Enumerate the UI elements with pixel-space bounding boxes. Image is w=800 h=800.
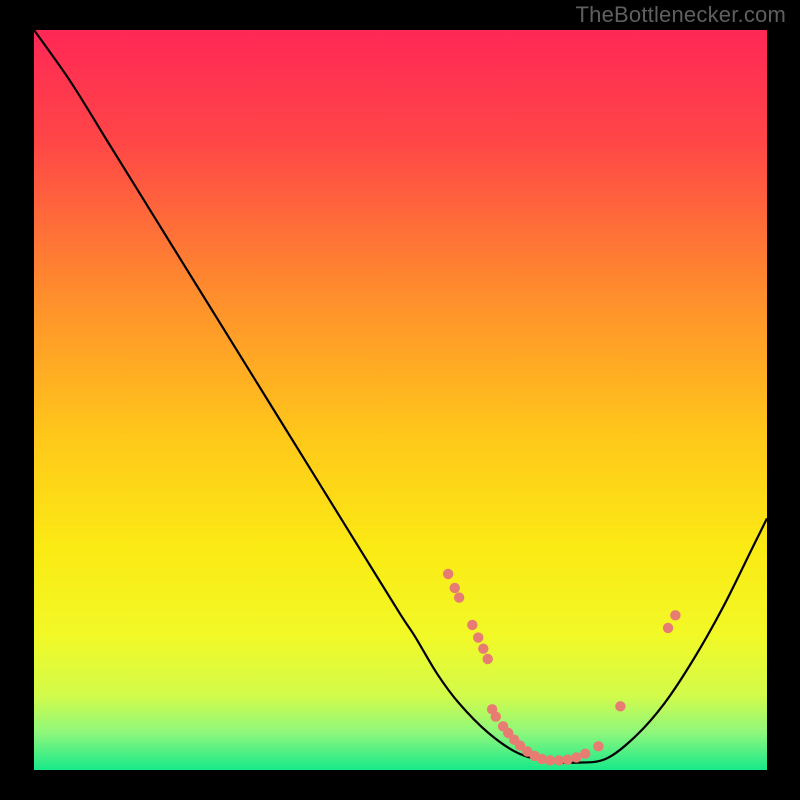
scatter-point — [580, 749, 590, 759]
scatter-point — [483, 654, 493, 664]
scatter-point — [491, 712, 501, 722]
scatter-point — [454, 592, 464, 602]
chart-svg — [34, 30, 767, 770]
scatter-point — [478, 643, 488, 653]
scatter-point — [615, 701, 625, 711]
scatter-point — [450, 583, 460, 593]
attribution-label: TheBottlenecker.com — [576, 2, 786, 28]
scatter-point — [554, 755, 564, 765]
chart-frame: TheBottlenecker.com — [0, 0, 800, 800]
scatter-point — [443, 569, 453, 579]
scatter-point — [593, 741, 603, 751]
gradient-background — [34, 30, 767, 770]
scatter-point — [670, 610, 680, 620]
scatter-point — [473, 632, 483, 642]
scatter-point — [467, 620, 477, 630]
scatter-point — [663, 623, 673, 633]
scatter-point — [562, 754, 572, 764]
plot-area — [34, 30, 767, 770]
